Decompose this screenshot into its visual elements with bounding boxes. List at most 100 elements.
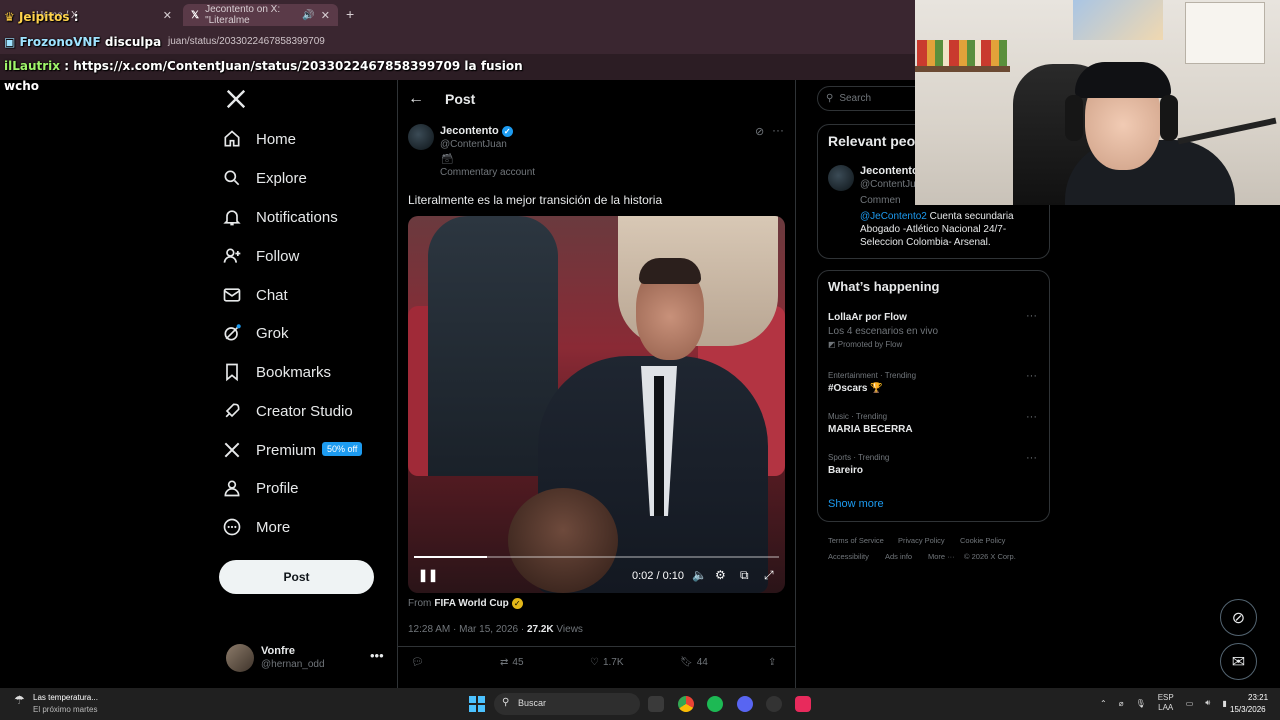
- more-icon[interactable]: ···: [1026, 310, 1037, 322]
- nav-profile[interactable]: Profile: [222, 473, 299, 503]
- weather-title[interactable]: Las temperatura...: [33, 693, 98, 702]
- footer-link[interactable]: Privacy Policy: [898, 536, 945, 545]
- clock-time[interactable]: 23:21: [1248, 693, 1268, 702]
- taskbar-search[interactable]: Buscar: [494, 693, 640, 715]
- grok-fab[interactable]: ⊘: [1220, 599, 1257, 636]
- windows-start-icon[interactable]: [469, 696, 485, 717]
- more-icon[interactable]: ···: [1026, 411, 1037, 423]
- more-icon[interactable]: ···: [1026, 370, 1037, 382]
- like-button[interactable]: ♡ 1.7K: [590, 657, 624, 668]
- trend-item[interactable]: Entertainment · Trending #Oscars 🏆: [828, 371, 1028, 394]
- grok-icon[interactable]: ⊘: [755, 125, 764, 138]
- more-icon[interactable]: ···: [1026, 452, 1037, 464]
- webcam-scene: [1073, 0, 1163, 40]
- nav-creator-studio[interactable]: Creator Studio: [222, 396, 353, 426]
- trend-item[interactable]: LollaAr por Flow Los 4 escenarios en viv…: [828, 312, 1038, 349]
- footer-link[interactable]: Cookie Policy: [960, 536, 1005, 545]
- nav-premium[interactable]: Premium: [222, 435, 316, 465]
- nav-explore[interactable]: Explore: [222, 163, 307, 193]
- close-icon[interactable]: ✕: [163, 9, 172, 22]
- x-logo-icon[interactable]: [225, 88, 247, 115]
- obs-icon[interactable]: [766, 696, 782, 712]
- clock-date[interactable]: 15/3/2026: [1230, 705, 1266, 714]
- chevron-up-icon[interactable]: ⌃: [1100, 699, 1107, 708]
- nav-chat[interactable]: Chat: [222, 280, 288, 310]
- author-name[interactable]: Jecontento ✓: [440, 125, 513, 137]
- footer-link[interactable]: Terms of Service: [828, 536, 884, 545]
- nav-notifications[interactable]: Notifications: [222, 202, 338, 232]
- video-player[interactable]: ❚❚ 0:02 / 0:10 🔈 ⚙ ⧉ ⤢: [408, 216, 785, 593]
- search-input[interactable]: ⚲ Search: [817, 86, 927, 111]
- speaker-icon[interactable]: 🔊︎: [1205, 698, 1210, 708]
- nav-grok[interactable]: Grok: [222, 318, 289, 348]
- nav-label: Bookmarks: [256, 363, 332, 381]
- bookmark-button[interactable]: 🔖︎ 44: [680, 657, 708, 668]
- share-button[interactable]: ⇪: [768, 657, 776, 668]
- promoted-icon: ◩: [828, 340, 836, 349]
- author-handle[interactable]: @ContentJuan: [440, 139, 507, 150]
- chat-message: wcho: [4, 79, 39, 93]
- footer-link[interactable]: Accessibility: [828, 552, 869, 561]
- nav-label: Chat: [256, 286, 288, 304]
- fullscreen-icon[interactable]: ⤢: [764, 568, 774, 583]
- post-timestamp[interactable]: 12:28 AM · Mar 15, 2026 ·: [408, 624, 527, 635]
- chat-user: Jeipitos: [18, 10, 70, 24]
- avatar[interactable]: [828, 165, 854, 191]
- weather-subtitle: El próximo martes: [33, 705, 98, 714]
- happening-title: What’s happening: [828, 279, 940, 294]
- reply-button[interactable]: 💬︎: [411, 657, 428, 668]
- mic-icon[interactable]: 🎙︎: [1136, 699, 1146, 708]
- footer-copyright: © 2026 X Corp.: [964, 552, 1016, 561]
- relevant-name[interactable]: Jecontento: [860, 165, 919, 177]
- chrome-icon[interactable]: [678, 696, 694, 712]
- network-icon[interactable]: ⌀: [1119, 699, 1124, 708]
- spotify-icon[interactable]: [707, 696, 723, 712]
- mention-link[interactable]: @JeContento2: [860, 211, 927, 222]
- footer-link[interactable]: Ads info: [885, 552, 912, 561]
- repost-button[interactable]: ⇄ 45: [500, 657, 524, 668]
- nav-more[interactable]: More: [222, 512, 290, 542]
- tab-active-post[interactable]: 𝕏 Jecontento on X: "Literalme 🔊 ✕: [183, 4, 338, 26]
- more-icon[interactable]: •••: [370, 648, 384, 663]
- lang-indicator[interactable]: ESP LAA: [1158, 693, 1174, 713]
- account-switcher[interactable]: Vonfre @hernan_odd •••: [226, 642, 386, 678]
- speaker-icon[interactable]: 🔊: [302, 10, 314, 21]
- heart-icon: ♡: [590, 657, 599, 668]
- settings-icon[interactable]: ⚙: [715, 568, 726, 582]
- nav-label: Notifications: [256, 208, 338, 226]
- battery-icon[interactable]: ▮: [1222, 699, 1226, 708]
- pause-icon[interactable]: ❚❚: [418, 568, 438, 582]
- monitor-icon[interactable]: ▭: [1186, 699, 1194, 708]
- new-tab-button[interactable]: +: [346, 6, 354, 22]
- volume-icon[interactable]: 🔈: [692, 568, 707, 582]
- nav-follow[interactable]: Follow: [222, 241, 299, 271]
- task-view-icon[interactable]: [648, 696, 664, 712]
- messages-fab[interactable]: ✉: [1220, 643, 1257, 680]
- tiktok-icon[interactable]: [795, 696, 811, 712]
- discord-icon[interactable]: [737, 696, 753, 712]
- relevant-handle[interactable]: @ContentJu: [860, 179, 916, 190]
- search-placeholder: Search: [839, 93, 872, 104]
- close-icon[interactable]: ✕: [321, 9, 330, 22]
- post-text: Literalmente es la mejor transición de l…: [408, 193, 663, 207]
- trend-item[interactable]: Sports · Trending Bareiro: [828, 453, 1028, 476]
- post-button[interactable]: Post: [219, 560, 374, 594]
- video-progress-fill: [414, 556, 487, 558]
- url-text[interactable]: juan/status/2033022467858399709: [168, 36, 325, 47]
- pip-icon[interactable]: ⧉: [740, 568, 749, 583]
- footer-link[interactable]: More ···: [928, 552, 955, 561]
- author-avatar[interactable]: [408, 124, 434, 150]
- taskbar-search-placeholder: Buscar: [518, 698, 547, 708]
- nav-home[interactable]: Home: [222, 124, 296, 154]
- source-link[interactable]: FIFA World Cup: [434, 598, 508, 609]
- trend-item[interactable]: Music · Trending MARIA BECERRA: [828, 412, 1028, 435]
- back-arrow-icon[interactable]: ←: [408, 90, 424, 108]
- nav-label: Creator Studio: [256, 402, 353, 420]
- weather-icon[interactable]: ☂: [14, 693, 25, 707]
- page-title: Post: [445, 91, 476, 107]
- system-tray[interactable]: ⌃ ⌀ 🎙︎ ESP LAA ▭ 🔊︎ ▮: [1100, 693, 1227, 713]
- show-more-link[interactable]: Show more: [828, 498, 884, 510]
- nav-label: Premium: [256, 441, 317, 459]
- nav-bookmarks[interactable]: Bookmarks: [222, 357, 331, 387]
- more-icon[interactable]: ···: [772, 123, 784, 137]
